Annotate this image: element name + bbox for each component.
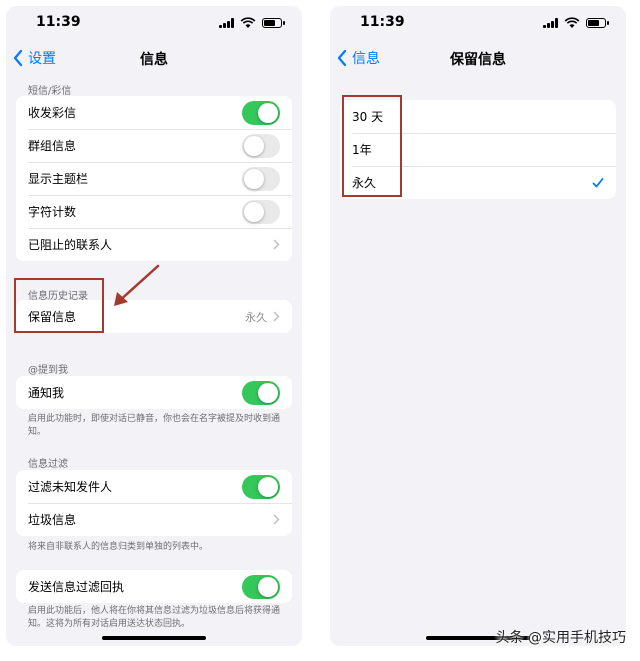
send-receipts-toggle[interactable] — [242, 574, 280, 599]
checkmark-icon — [592, 177, 604, 187]
filter-group: 过滤未知发件人 垃圾信息 — [16, 470, 292, 536]
row-label: 字符计数 — [28, 205, 77, 219]
battery-icon — [586, 18, 609, 28]
watermark: 头条 @实用手机技巧 — [495, 630, 626, 646]
row-label: 通知我 — [28, 386, 65, 400]
row-character-count[interactable]: 字符计数 — [16, 195, 292, 228]
character-count-toggle[interactable] — [242, 199, 280, 224]
status-icons — [219, 17, 285, 29]
annotation-box-keep-messages — [14, 278, 104, 333]
nav-bar: 设置 信息 — [6, 42, 302, 72]
status-time: 11:39 — [36, 14, 81, 30]
cellular-signal-icon — [543, 18, 558, 28]
filter-unknown-toggle[interactable] — [242, 474, 280, 499]
page-title: 信息 — [140, 52, 168, 68]
wifi-icon — [240, 17, 256, 28]
sms-settings-group: 收发彩信 群组信息 显示主题栏 字符计数 已阻止的联系人 — [16, 96, 292, 261]
group-messaging-toggle[interactable] — [242, 133, 280, 158]
section-header-filter: 信息过滤 — [28, 459, 68, 470]
mentions-group: 通知我 — [16, 376, 292, 409]
cellular-signal-icon — [219, 18, 234, 28]
row-send-receipts[interactable]: 发送信息过滤回执 — [16, 570, 292, 603]
row-label: 已阻止的联系人 — [28, 238, 113, 252]
show-subject-toggle[interactable] — [242, 166, 280, 191]
status-bar: 11:39 — [6, 6, 302, 38]
home-indicator — [102, 636, 206, 640]
wifi-icon — [564, 17, 580, 28]
filter-footnote: 将来自非联系人的信息归类到单独的列表中。 — [28, 542, 209, 552]
section-header-sms: 短信/彩信 — [28, 86, 72, 97]
row-group-messaging[interactable]: 群组信息 — [16, 129, 292, 162]
status-bar: 11:39 — [330, 6, 626, 38]
chevron-right-icon — [273, 239, 280, 250]
notify-me-toggle[interactable] — [242, 380, 280, 405]
chevron-right-icon — [273, 514, 280, 525]
row-label: 收发彩信 — [28, 106, 77, 120]
row-label: 垃圾信息 — [28, 513, 77, 527]
section-header-mentions: @提到我 — [28, 365, 68, 376]
annotation-box-options — [342, 95, 402, 197]
receipts-group: 发送信息过滤回执 — [16, 570, 292, 603]
row-show-subject[interactable]: 显示主题栏 — [16, 162, 292, 195]
notify-footnote: 启用此功能时，即使对话已静音，你也会在名字被提及时收到通知。 — [28, 414, 281, 437]
status-time: 11:39 — [360, 14, 405, 30]
annotation-arrow-icon — [114, 264, 160, 306]
row-label: 过滤未知发件人 — [28, 480, 113, 494]
chevron-right-icon — [273, 311, 280, 322]
row-blocked-contacts[interactable]: 已阻止的联系人 — [16, 228, 292, 261]
battery-icon — [262, 18, 285, 28]
row-junk[interactable]: 垃圾信息 — [16, 503, 292, 536]
keep-messages-value: 永久 — [245, 310, 267, 324]
row-mms[interactable]: 收发彩信 — [16, 96, 292, 129]
page-title: 保留信息 — [450, 52, 506, 68]
row-label: 群组信息 — [28, 139, 77, 153]
row-filter-unknown[interactable]: 过滤未知发件人 — [16, 470, 292, 503]
row-label: 发送信息过滤回执 — [28, 580, 125, 594]
row-label: 显示主题栏 — [28, 172, 89, 186]
nav-bar: 信息 保留信息 — [330, 42, 626, 72]
receipts-footnote: 启用此功能后，他人将在你将其信息过滤为垃圾信息后将获得通知。这将为所有对话启用送… — [28, 606, 281, 629]
status-icons — [543, 17, 609, 29]
mms-toggle[interactable] — [242, 100, 280, 125]
row-notify-me[interactable]: 通知我 — [16, 376, 292, 409]
